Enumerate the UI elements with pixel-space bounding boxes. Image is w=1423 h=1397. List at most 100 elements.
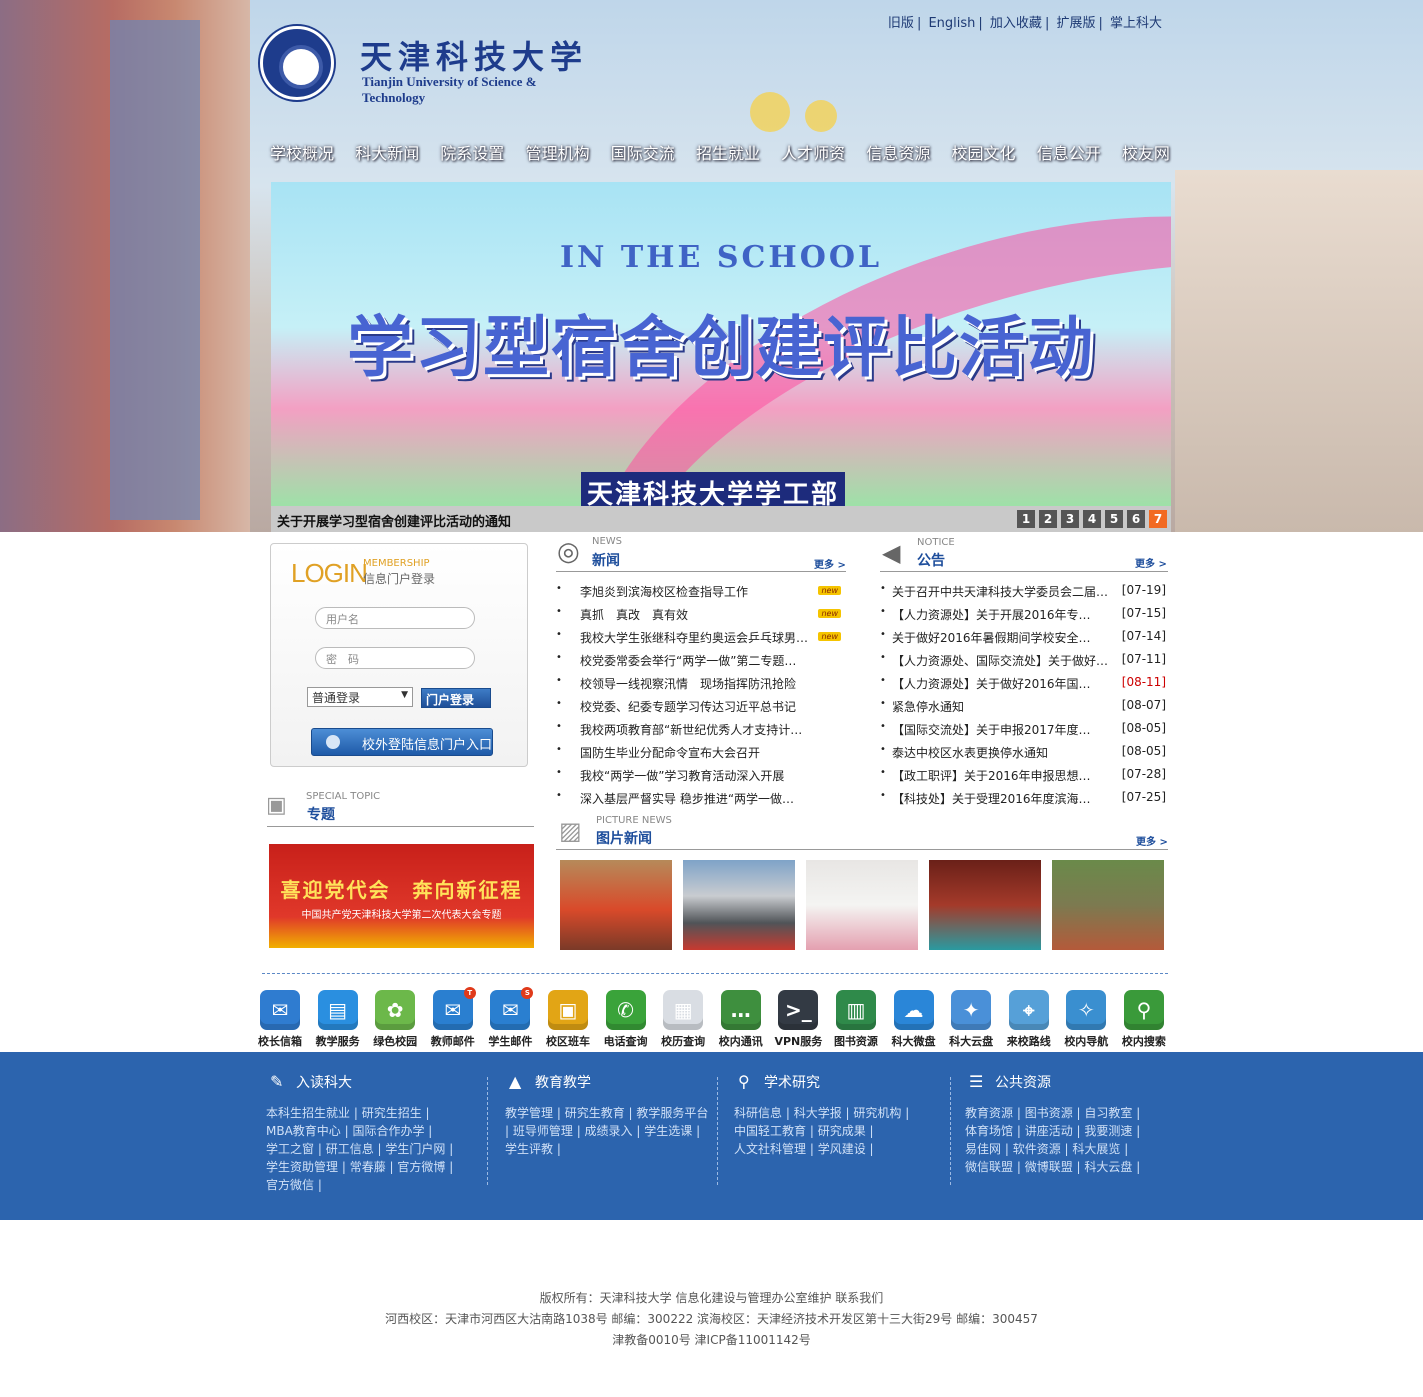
- login-mode-select[interactable]: 普通登录: [307, 687, 413, 707]
- quick-app-terminal[interactable]: >_ VPN服务: [770, 990, 826, 1049]
- news-more-link[interactable]: 更多 >: [814, 556, 846, 571]
- picture-news-thumbnail[interactable]: [929, 860, 1041, 950]
- nav-item-about[interactable]: 学校概况: [270, 140, 334, 164]
- footer-link[interactable]: 自习教室: [1084, 1106, 1132, 1120]
- notice-item-title[interactable]: 关于召开中共天津科技大学委员会二届…: [892, 583, 1108, 600]
- news-item-title[interactable]: 我校大学生张继科夺里约奥运会乒乓球男…: [580, 629, 808, 646]
- pager-button[interactable]: 1: [1017, 510, 1035, 528]
- picture-news-thumbnail[interactable]: [1052, 860, 1164, 950]
- notice-item[interactable]: 关于召开中共天津科技大学委员会二届… [07-19]: [880, 583, 1166, 606]
- notice-item[interactable]: 关于做好2016年暑假期间学校安全… [07-14]: [880, 629, 1166, 652]
- top-link-mobile[interactable]: 掌上科大: [1110, 16, 1162, 31]
- news-item[interactable]: 我校大学生张继科夺里约奥运会乒乓球男… new: [556, 629, 841, 652]
- university-logo[interactable]: 天津科技大学 Tianjin University of Science & T…: [260, 26, 600, 105]
- app-label[interactable]: 校历查询: [655, 1033, 711, 1049]
- quick-app-search[interactable]: ⚲ 校内搜索: [1116, 990, 1172, 1049]
- app-label[interactable]: 教学服务: [310, 1033, 366, 1049]
- news-item[interactable]: 我校“两学一做”学习教育活动深入开展: [556, 767, 841, 790]
- footer-link[interactable]: 研究生招生: [362, 1106, 422, 1120]
- app-label[interactable]: 校内通讯: [713, 1033, 769, 1049]
- notice-item[interactable]: 【人力资源处】关于开展2016年专… [07-15]: [880, 606, 1166, 629]
- news-item[interactable]: 校党委常委会举行“两学一做”第二专题…: [556, 652, 841, 675]
- notice-item[interactable]: 【政工职评】关于2016年申报思想… [07-28]: [880, 767, 1166, 790]
- quick-app-books[interactable]: ▥ 图书资源: [828, 990, 884, 1049]
- footer-link[interactable]: 中国轻工教育: [734, 1124, 806, 1138]
- news-item[interactable]: 国防生毕业分配命令宣布大会召开: [556, 744, 841, 767]
- quick-app-phone[interactable]: ✆ 电话查询: [598, 990, 654, 1049]
- notice-item[interactable]: 【科技处】关于受理2016年度滨海… [07-25]: [880, 790, 1166, 813]
- news-item-title[interactable]: 校党委常委会举行“两学一做”第二专题…: [580, 652, 796, 669]
- picture-news-thumbnail[interactable]: [806, 860, 918, 950]
- footer-link[interactable]: 人文社科管理: [734, 1142, 806, 1156]
- quick-app-chat[interactable]: … 校内通讯: [713, 990, 769, 1049]
- outside-portal-button[interactable]: 校外登陆信息门户入口: [311, 728, 493, 756]
- password-field[interactable]: 密 码: [315, 647, 475, 669]
- notice-more-link[interactable]: 更多 >: [1135, 555, 1167, 570]
- nav-item-international[interactable]: 国际交流: [611, 140, 675, 164]
- app-label[interactable]: 科大微盘: [886, 1033, 942, 1049]
- footer-link[interactable]: 研究成果: [818, 1124, 866, 1138]
- notice-item[interactable]: 泰达中校区水表更换停水通知 [08-05]: [880, 744, 1166, 767]
- nav-item-news[interactable]: 科大新闻: [355, 140, 419, 164]
- phone-icon[interactable]: ✆: [605, 990, 646, 1030]
- footer-link[interactable]: 教学服务平台: [636, 1106, 708, 1120]
- topic-banner[interactable]: 喜迎党代会 奔向新征程 中国共产党天津科技大学第二次代表大会专题: [269, 844, 534, 948]
- notice-item-title[interactable]: 【科技处】关于受理2016年度滨海…: [892, 790, 1091, 807]
- app-label[interactable]: 绿色校园: [367, 1033, 423, 1049]
- portal-login-button[interactable]: 门户登录: [421, 688, 491, 708]
- notice-item-title[interactable]: 【人力资源处】关于做好2016年国…: [892, 675, 1091, 692]
- cloud-share-icon[interactable]: ✦: [951, 990, 992, 1030]
- banner-slide[interactable]: IN THE SCHOOL 学习型宿舍创建评比活动 天津科技大学学工部: [271, 182, 1171, 506]
- app-label[interactable]: 校区班车: [540, 1033, 596, 1049]
- footer-link[interactable]: 学风建设: [818, 1142, 866, 1156]
- books-icon[interactable]: ▥: [835, 990, 876, 1030]
- app-label[interactable]: 校内导航: [1058, 1033, 1114, 1049]
- picture-news-thumbnail[interactable]: [560, 860, 672, 950]
- footer-link[interactable]: MBA教育中心: [266, 1124, 341, 1138]
- news-item-title[interactable]: 我校“两学一做”学习教育活动深入开展: [580, 767, 784, 784]
- footer-link[interactable]: 微博联盟: [1025, 1160, 1073, 1174]
- notice-item-title[interactable]: 【人力资源处】关于开展2016年专…: [892, 606, 1091, 623]
- pager-button[interactable]: 6: [1127, 510, 1145, 528]
- notice-item-title[interactable]: 【人力资源处、国际交流处】关于做好…: [892, 652, 1108, 669]
- nav-item-departments[interactable]: 院系设置: [440, 140, 504, 164]
- footer-link[interactable]: 易佳网: [965, 1142, 1001, 1156]
- app-label[interactable]: 电话查询: [598, 1033, 654, 1049]
- top-link-english[interactable]: English: [928, 16, 975, 31]
- quick-app-mail[interactable]: ✉ 校长信箱: [252, 990, 308, 1049]
- news-item[interactable]: 我校两项教育部“新世纪优秀人才支持计…: [556, 721, 841, 744]
- footer-link[interactable]: 科大学报: [794, 1106, 842, 1120]
- picture-news-thumbnail[interactable]: [683, 860, 795, 950]
- envelope-icon[interactable]: ✉ T: [432, 987, 476, 1030]
- compass-icon[interactable]: ✧: [1066, 990, 1107, 1030]
- nav-item-resources[interactable]: 信息资源: [866, 140, 930, 164]
- document-icon[interactable]: ▤: [317, 990, 358, 1030]
- quick-app-envelope[interactable]: ✉ S 学生邮件: [482, 987, 538, 1049]
- top-link-old-version[interactable]: 旧版: [888, 16, 914, 31]
- username-field[interactable]: 用户名: [315, 607, 475, 629]
- footer-link[interactable]: 研究生教育: [565, 1106, 625, 1120]
- footer-link[interactable]: 官方微博: [397, 1160, 445, 1174]
- notice-item-title[interactable]: 泰达中校区水表更换停水通知: [892, 744, 1048, 761]
- footer-link[interactable]: 学生评教: [505, 1142, 553, 1156]
- footer-link[interactable]: 我要测速: [1084, 1124, 1132, 1138]
- footer-link[interactable]: 研究机构: [853, 1106, 901, 1120]
- footer-link[interactable]: 科大云盘: [1084, 1160, 1132, 1174]
- calendar-icon[interactable]: ▦: [663, 990, 704, 1030]
- news-item[interactable]: 校党委、纪委专题学习传达习近平总书记: [556, 698, 841, 721]
- footer-link[interactable]: 讲座活动: [1025, 1124, 1073, 1138]
- news-item[interactable]: 真抓 真改 真有效 new: [556, 606, 841, 629]
- notice-item[interactable]: 【人力资源处、国际交流处】关于做好… [07-11]: [880, 652, 1166, 675]
- notice-item-title[interactable]: 关于做好2016年暑假期间学校安全…: [892, 629, 1091, 646]
- nav-item-culture[interactable]: 校园文化: [952, 140, 1016, 164]
- footer-link[interactable]: 学生资助管理: [266, 1160, 338, 1174]
- chat-icon[interactable]: …: [720, 990, 761, 1030]
- quick-app-document[interactable]: ▤ 教学服务: [310, 990, 366, 1049]
- nav-item-faculty[interactable]: 人才师资: [781, 140, 845, 164]
- top-link-extended[interactable]: 扩展版: [1056, 16, 1095, 31]
- notice-item[interactable]: 【国际交流处】关于申报2017年度… [08-05]: [880, 721, 1166, 744]
- envelope-icon[interactable]: ✉ S: [490, 987, 534, 1030]
- mail-icon[interactable]: ✉: [260, 990, 300, 1030]
- quick-app-cloud-share[interactable]: ✦ 科大云盘: [943, 990, 999, 1049]
- map-icon[interactable]: ⌖: [1008, 990, 1049, 1030]
